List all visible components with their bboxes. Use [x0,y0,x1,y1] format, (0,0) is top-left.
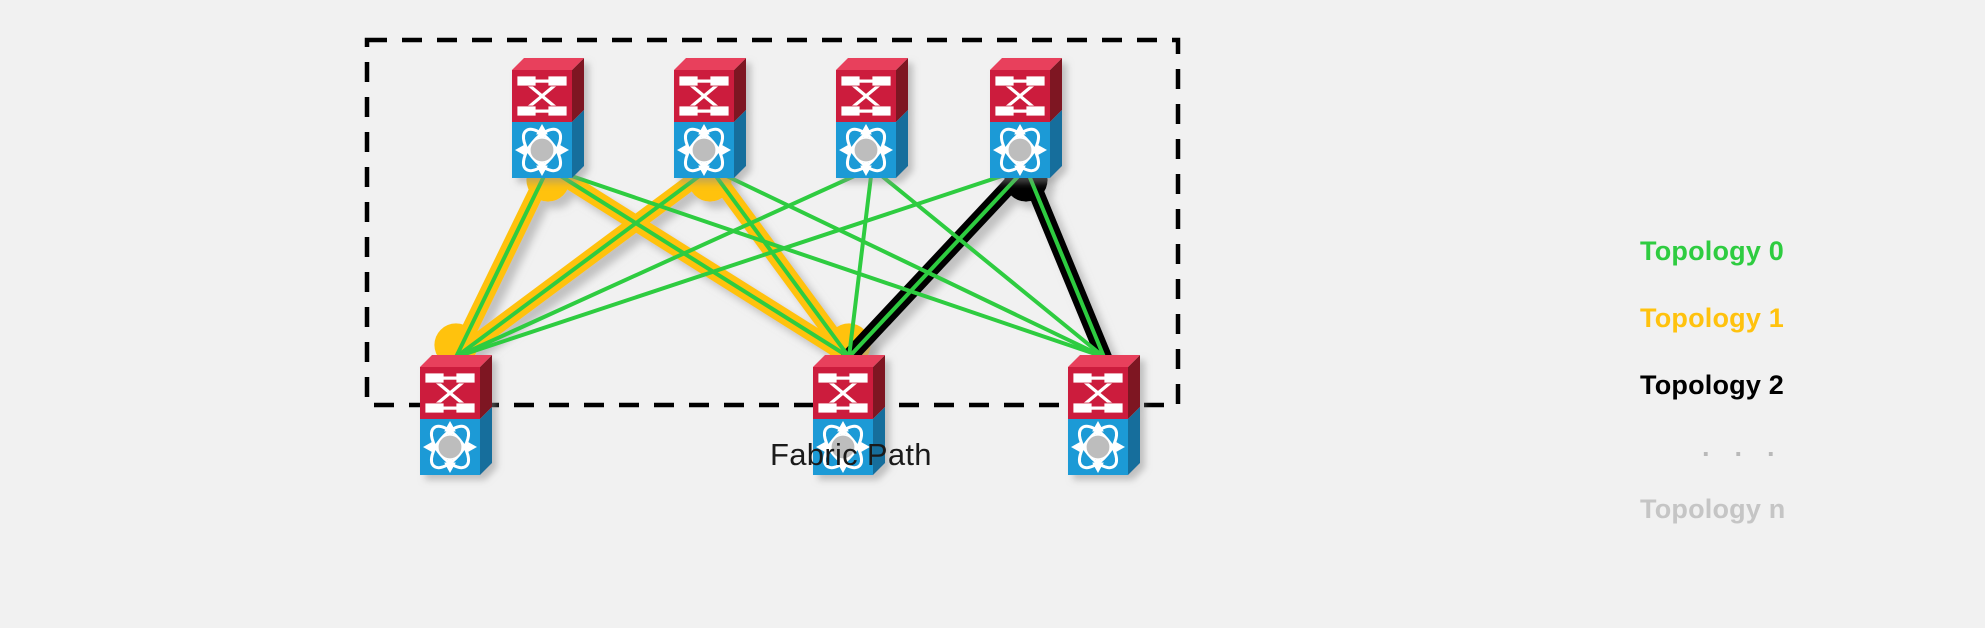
legend-label-topology-n: Topology n [1640,494,1786,524]
fabric-path-label: Fabric Path [770,437,932,472]
switch-icon-spine-4[interactable] [988,56,1064,180]
legend-label-topology-0: Topology 0 [1640,236,1784,266]
legend-item-topology-n: Topology n [1640,496,1940,523]
legend-item-topology-2: Topology 2 [1640,372,1940,399]
switch-icon-spine-2[interactable] [672,56,748,180]
topology-legend: Topology 0 Topology 1 Topology 2 · · · T… [1640,238,1940,563]
legend-label-topology-1: Topology 1 [1640,303,1784,333]
switch-icon-spine-1[interactable] [510,56,586,180]
legend-ellipsis: · · · [1702,439,1784,469]
switch-icon-leaf-1[interactable] [418,353,494,477]
legend-label-topology-2: Topology 2 [1640,370,1784,400]
legend-item-topology-0: Topology 0 [1640,238,1940,265]
topology-0-link-spine-4-leaf-3 [1024,166,1106,359]
legend-item-topology-1: Topology 1 [1640,305,1940,332]
switch-icon-leaf-3[interactable] [1066,353,1142,477]
diagram-canvas: Fabric Path Topology 0 Topology 1 Topolo… [0,0,1985,628]
switch-icon-spine-3[interactable] [834,56,910,180]
